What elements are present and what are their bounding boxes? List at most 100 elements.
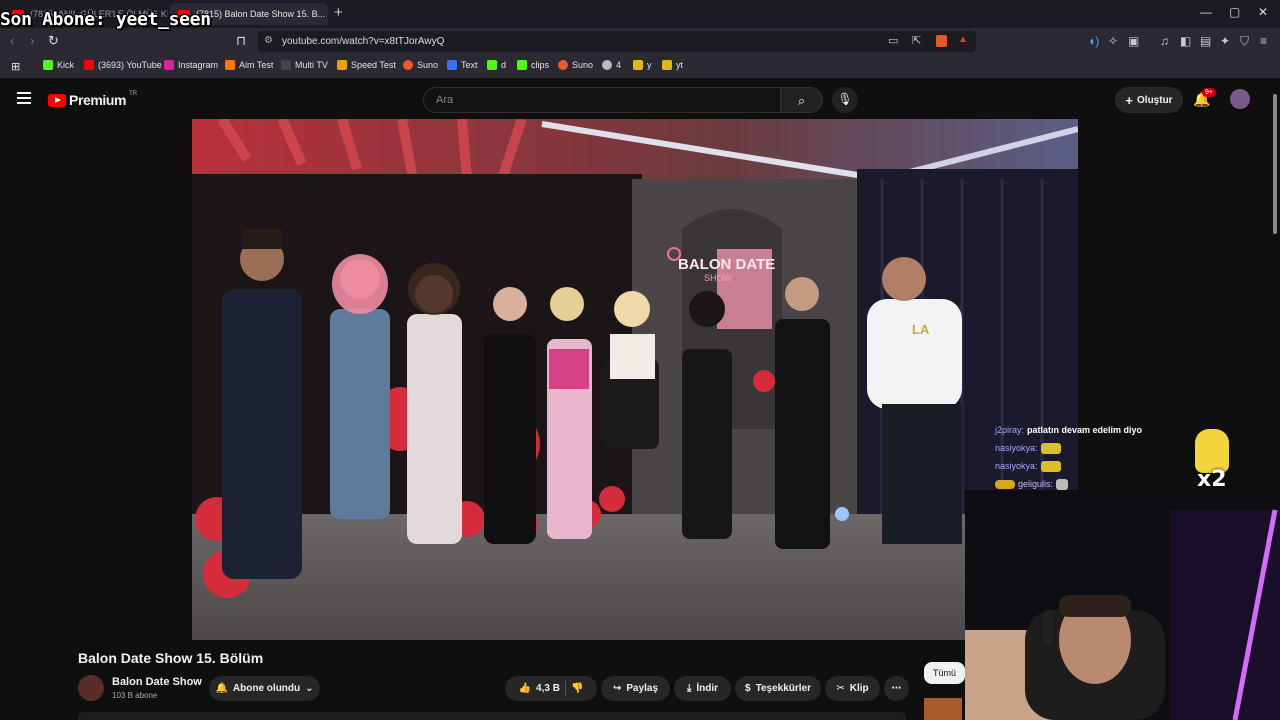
reload-icon[interactable]: ↻ xyxy=(48,33,59,49)
clip-button[interactable]: ✂ Klip xyxy=(825,676,880,701)
address-bar-row: ‹ › ↻ ⊓ ⚙ youtube.com/watch?v=x8tTJorAwy… xyxy=(0,28,1280,55)
like-dislike-group: 👍 4,3 B 👎 xyxy=(505,676,597,701)
site-info-icon[interactable]: ⚙ xyxy=(264,35,273,46)
search-icon: ⌕ xyxy=(797,93,806,108)
account-avatar[interactable] xyxy=(1230,89,1250,109)
download-button[interactable]: ⤓ İndir xyxy=(674,676,731,701)
bell-icon: 🔔 xyxy=(215,683,228,694)
chat-text: patlatın devam edelim diyo xyxy=(1027,425,1143,435)
vpn-shield-icon[interactable]: ⛉ xyxy=(1240,34,1249,49)
bookmark-folder-y[interactable]: y xyxy=(633,60,652,70)
more-actions-button[interactable]: ⋯ xyxy=(884,676,909,701)
thanks-button[interactable]: $ Teşekkürler xyxy=(735,676,821,701)
neon-sign-title: BALON DATE xyxy=(678,256,775,273)
chat-username: nasiyokya: xyxy=(995,461,1038,471)
video-title: Balon Date Show 15. Bölüm xyxy=(78,650,264,666)
thumbs-down-icon: 👎 xyxy=(570,683,584,694)
scrollbar-thumb[interactable] xyxy=(1273,94,1277,234)
ai-icon[interactable]: ✦ xyxy=(1220,34,1230,48)
wallet-icon[interactable]: ▣ xyxy=(1128,34,1139,48)
scissors-icon: ✂ xyxy=(836,683,845,694)
rewards-icon[interactable]: ▲ xyxy=(958,34,968,45)
bookmark-kick[interactable]: Kick xyxy=(43,60,74,70)
audio-icon[interactable]: ◖) xyxy=(1088,34,1099,48)
neon-sign-subtitle: SHOW xyxy=(704,273,733,283)
plus-icon: + xyxy=(1125,92,1134,108)
tab-label: (7815) Balon Date Show 15. B... xyxy=(196,9,326,19)
bookmark-folder-yt[interactable]: yt xyxy=(662,60,683,70)
sidebar-icon[interactable]: ◧ xyxy=(1180,34,1191,48)
folder-icon xyxy=(633,60,643,70)
shield-icon[interactable] xyxy=(936,35,947,47)
window-close-icon[interactable]: ✕ xyxy=(1258,5,1268,19)
back-icon[interactable]: ‹ xyxy=(10,33,14,48)
bookmark-instagram[interactable]: Instagram xyxy=(164,60,218,70)
bookmark-icon[interactable]: ⊓ xyxy=(236,33,246,49)
bookmark-d[interactable]: d xyxy=(487,60,506,70)
logo-text: Premium xyxy=(69,92,127,108)
youtube-premium-logo[interactable]: Premium TR xyxy=(48,91,138,108)
region-code: TR xyxy=(129,91,138,97)
url-field[interactable]: ⚙ youtube.com/watch?v=x8tTJorAwyQ ▭ ⇱ ▲ xyxy=(258,31,976,52)
bookmark-youtube[interactable]: (3693) YouTube xyxy=(84,60,162,70)
aim-test-icon xyxy=(225,60,235,70)
wallet2-icon[interactable]: ▤ xyxy=(1200,34,1211,48)
recommended-thumbnail[interactable] xyxy=(924,698,962,720)
video-player[interactable]: BALON DATE SHOW LA xyxy=(192,119,1078,640)
video-frame: BALON DATE SHOW LA xyxy=(192,119,1078,640)
minimize-icon[interactable]: — xyxy=(1200,5,1212,19)
subscriber-count: 103 B abone xyxy=(112,691,158,700)
kick-icon xyxy=(43,60,53,70)
suno-icon xyxy=(403,60,413,70)
chat-username: geligulis: xyxy=(1018,479,1054,489)
channel-avatar[interactable] xyxy=(78,675,104,701)
chat-message: geligulis: xyxy=(995,475,1195,493)
share-button[interactable]: ↪ Paylaş xyxy=(601,676,670,701)
bookmark-text[interactable]: Text xyxy=(447,60,478,70)
notification-count-badge: 9+ xyxy=(1202,88,1216,97)
kick-icon xyxy=(487,60,497,70)
like-count: 4,3 B xyxy=(536,683,560,694)
bookmark-4[interactable]: 4 xyxy=(602,60,621,70)
emote-icon xyxy=(1040,460,1061,472)
apps-grid-icon[interactable]: ⊞ xyxy=(11,60,20,73)
forward-icon[interactable]: › xyxy=(30,33,34,48)
chat-username: nasiyokya: xyxy=(995,443,1038,453)
channel-name[interactable]: Balon Date Show xyxy=(112,676,202,688)
bookmark-multi-tv[interactable]: Multi TV xyxy=(281,60,328,70)
page-scrollbar[interactable] xyxy=(1272,82,1278,234)
download-icon: ⤓ xyxy=(686,683,692,694)
hamburger-menu-icon[interactable] xyxy=(17,92,31,107)
streamer-webcam-overlay xyxy=(965,490,1280,720)
search-button[interactable]: ⌕ xyxy=(781,87,823,113)
text-icon xyxy=(447,60,457,70)
dislike-button[interactable]: 👎 xyxy=(571,683,583,694)
filter-chip-all[interactable]: Tümü xyxy=(924,662,965,684)
emote-icon xyxy=(1040,442,1061,454)
bookmark-suno-2[interactable]: Suno xyxy=(558,60,593,70)
chat-username: j2piray: xyxy=(995,425,1025,435)
music-icon[interactable]: ♫ xyxy=(1160,34,1169,48)
folder-icon xyxy=(662,60,672,70)
maximize-icon[interactable]: ▢ xyxy=(1229,5,1240,19)
extensions-icon[interactable]: ✧ xyxy=(1108,34,1118,48)
voice-search-button[interactable]: 🎙 xyxy=(832,87,858,113)
like-button[interactable]: 👍 4,3 B xyxy=(519,683,560,694)
chat-message: nasiyokya: xyxy=(995,457,1195,475)
screen-cast-icon[interactable]: ▭ xyxy=(888,34,898,47)
bookmark-aim-test[interactable]: Aim Test xyxy=(225,60,273,70)
chat-message: nasiyokya: xyxy=(995,439,1195,457)
chat-badges-icon xyxy=(995,479,1015,489)
emote-combo: x2 xyxy=(1187,427,1239,492)
share-page-icon[interactable]: ⇱ xyxy=(912,34,921,47)
menu-icon[interactable]: ≡ xyxy=(1260,34,1267,48)
create-button[interactable]: + Oluştur xyxy=(1115,87,1183,113)
subscribed-button[interactable]: 🔔 Abone olundu ⌄ xyxy=(209,676,320,701)
search-input[interactable]: Ara xyxy=(423,87,781,113)
description-box-edge[interactable] xyxy=(78,712,906,720)
webcam-frame xyxy=(965,490,1280,720)
new-tab-icon[interactable]: + xyxy=(334,4,343,21)
bookmark-suno[interactable]: Suno xyxy=(403,60,438,70)
bookmark-speed-test[interactable]: Speed Test xyxy=(337,60,396,70)
bookmark-clips[interactable]: clips xyxy=(517,60,549,70)
